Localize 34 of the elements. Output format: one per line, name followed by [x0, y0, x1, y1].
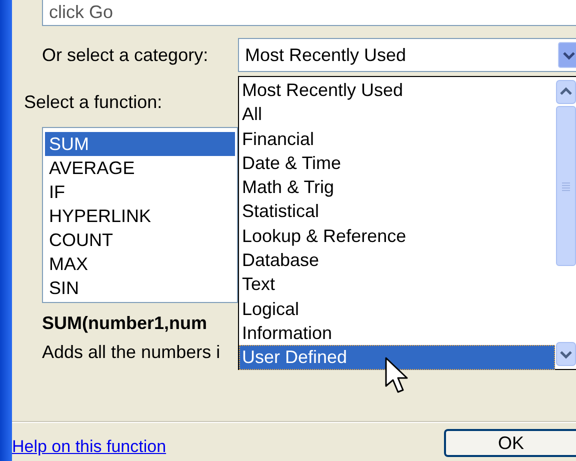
search-field[interactable]: click Go [42, 0, 576, 26]
category-option[interactable]: All [239, 102, 555, 127]
scroll-up-icon[interactable] [556, 80, 576, 104]
category-option[interactable]: Database [239, 248, 555, 272]
dropdown-arrow-icon[interactable] [558, 42, 576, 68]
function-item[interactable]: COUNT [45, 228, 235, 252]
function-item[interactable]: IF [45, 180, 235, 204]
category-option[interactable]: Statistical [239, 199, 555, 224]
function-list[interactable]: SUM AVERAGE IF HYPERLINK COUNT MAX SIN [42, 127, 238, 303]
category-option[interactable]: User Defined [239, 345, 555, 370]
scrollbar[interactable] [555, 77, 576, 369]
category-option[interactable]: Logical [239, 296, 555, 321]
help-link[interactable]: Help on this function [12, 437, 166, 457]
function-description: Adds all the numbers i [42, 342, 220, 363]
ok-button[interactable]: OK [444, 429, 576, 457]
scroll-down-icon[interactable] [556, 342, 576, 366]
category-option[interactable]: Math & Trig [239, 175, 555, 200]
category-option[interactable]: Text [239, 272, 555, 297]
scroll-thumb[interactable] [556, 106, 576, 266]
function-syntax: SUM(number1,num [42, 313, 208, 334]
function-label: Select a function: [24, 92, 162, 113]
category-option[interactable]: Financial [239, 126, 555, 151]
category-option[interactable]: Information [239, 320, 555, 346]
category-label: Or select a category: [42, 44, 210, 66]
category-option[interactable]: Date & Time [239, 150, 555, 176]
category-dropdown[interactable]: Most Recently Used [238, 38, 576, 72]
function-item[interactable]: SUM [45, 132, 235, 156]
category-list[interactable]: Most Recently Used All Financial Date & Time Math & Trig Statistical Lookup & Reference Database Text Logical Information User Defined [238, 76, 576, 370]
category-option[interactable]: Lookup & Reference [239, 224, 555, 248]
function-item[interactable]: HYPERLINK [45, 204, 235, 228]
function-item[interactable]: AVERAGE [45, 156, 235, 180]
function-item[interactable]: MAX [45, 252, 235, 276]
function-item[interactable]: SIN [45, 276, 235, 300]
category-option[interactable]: Most Recently Used [239, 78, 555, 102]
